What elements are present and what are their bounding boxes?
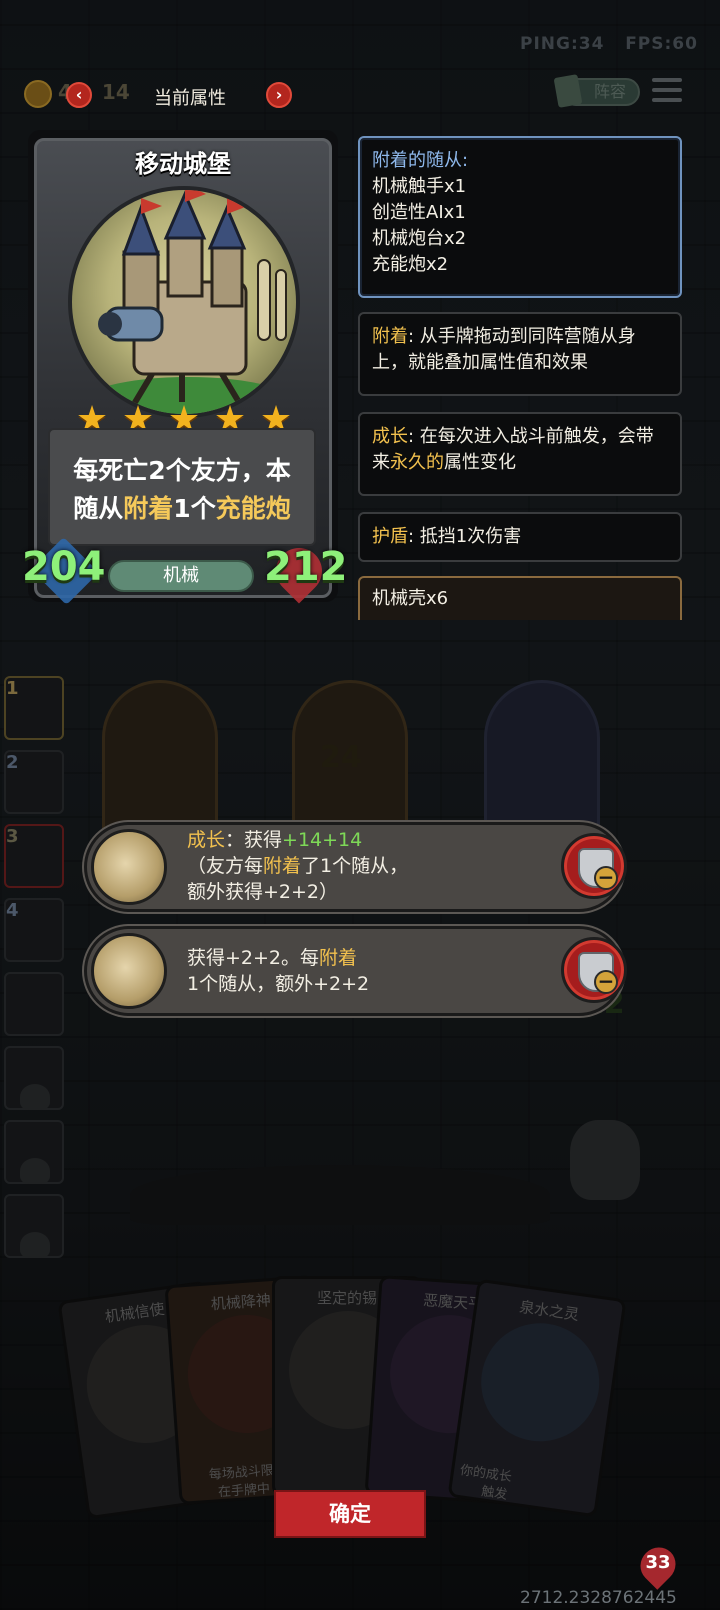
castle-illustration — [78, 190, 296, 414]
effect-text-part: ：获得 — [225, 829, 283, 851]
effect-row-growth: 成长：获得+14+14 （友方每附着了1个随从， 额外获得+2+2） − — [84, 822, 627, 912]
attached-item: 机械触手x1 — [372, 176, 467, 197]
attached-title: 附着的随从: — [372, 150, 469, 171]
prev-arrow-button[interactable]: ‹ — [66, 82, 92, 108]
hero-health: 33 — [645, 1552, 671, 1573]
keyword-charged-cannon: 充能炮 — [215, 494, 291, 523]
mech-shell-panel: 机械壳x6 — [358, 576, 682, 620]
gold-suffix: 14 — [101, 80, 130, 104]
keyword-attach: 附着 — [123, 494, 174, 523]
confirm-button[interactable]: 确定 — [274, 1490, 426, 1538]
next-arrow-button[interactable]: › — [266, 82, 292, 108]
keyword-growth: 成长 — [372, 426, 408, 447]
ping-text: PING:34 — [520, 34, 605, 54]
attached-item: 机械炮台x2 — [372, 228, 467, 249]
gold-coin-icon — [24, 80, 52, 108]
minus-icon: − — [594, 970, 618, 994]
keyword-attach: 附着 — [263, 855, 302, 877]
shield-keyword-panel: 护盾: 抵挡1次伤害 — [358, 512, 682, 562]
keyword-growth: 成长 — [187, 829, 226, 851]
description-line-2: 随从附着1个充能炮 — [48, 490, 316, 528]
effect-row-charged-cannon: 获得+2+2。每附着 1个随从，额外+2+2 − — [84, 926, 627, 1016]
effect-text: 成长：获得+14+14 （友方每附着了1个随从， 额外获得+2+2） — [187, 827, 547, 905]
remove-attachment-button[interactable]: − — [561, 937, 627, 1003]
effect-text-part: （友方每 — [187, 855, 264, 877]
attach-keyword-panel: 附着: 从手牌拖动到同阵营随从身上，就能叠加属性值和效果 — [358, 312, 682, 396]
menu-icon[interactable] — [652, 78, 682, 106]
keyword-attach: 附着 — [372, 326, 408, 347]
attached-minions-panel: 附着的随从: 机械触手x1 创造性AIx1 机械炮台x2 充能炮x2 — [358, 136, 682, 298]
growth-explanation-end: 属性变化 — [444, 452, 516, 473]
minion-name: 移动城堡 — [135, 150, 231, 178]
minion-health: 212 — [264, 544, 348, 590]
attached-item: 创造性AIx1 — [372, 202, 466, 223]
attack-gain: +14 — [282, 829, 323, 851]
fps-text: FPS:60 — [625, 34, 698, 54]
flag-icon — [553, 74, 583, 108]
shield-explanation: : 抵挡1次伤害 — [408, 526, 522, 547]
effect-text: 获得+2+2。每附着 1个随从，额外+2+2 — [187, 945, 547, 997]
attach-explanation: : 从手牌拖动到同阵营随从身上，就能叠加属性值和效果 — [372, 326, 636, 373]
panel-title: 当前属性 — [154, 88, 226, 109]
minion-tribe: 机械 — [108, 560, 254, 592]
keyword-attach: 附着 — [319, 947, 358, 969]
remove-attachment-button[interactable]: − — [561, 833, 627, 899]
effect-text-part: 1个随从，额外+2+2 — [187, 973, 370, 995]
minion-description: 每死亡2个友方，本 随从附着1个充能炮 — [48, 452, 316, 528]
effect-text-part: 额外获得+2+2） — [187, 881, 339, 903]
mech-tentacle-icon — [91, 829, 167, 905]
description-line-1: 每死亡2个友方，本 — [73, 456, 291, 485]
keyword-shield: 护盾 — [372, 526, 408, 547]
minus-icon: − — [594, 866, 618, 890]
effect-text-part: 获得+2+2。每 — [187, 947, 320, 969]
desc-text: 1个 — [173, 494, 216, 523]
keyword-permanent: 永久的 — [390, 452, 444, 473]
attached-item: 充能炮x2 — [372, 254, 449, 275]
growth-keyword-panel: 成长: 在每次进入战斗前触发，会带来永久的属性变化 — [358, 412, 682, 496]
minion-portrait — [68, 186, 300, 418]
effect-text-part: 了1个随从， — [301, 855, 409, 877]
coordinate-readout: 2712.2328762445 — [520, 1588, 677, 1608]
charged-cannon-icon — [91, 933, 167, 1009]
health-gain: +14 — [322, 829, 363, 851]
network-status: PING:34 FPS:60 — [520, 34, 698, 54]
minion-attack: 204 — [22, 544, 106, 590]
desc-text: 随从 — [73, 494, 124, 523]
